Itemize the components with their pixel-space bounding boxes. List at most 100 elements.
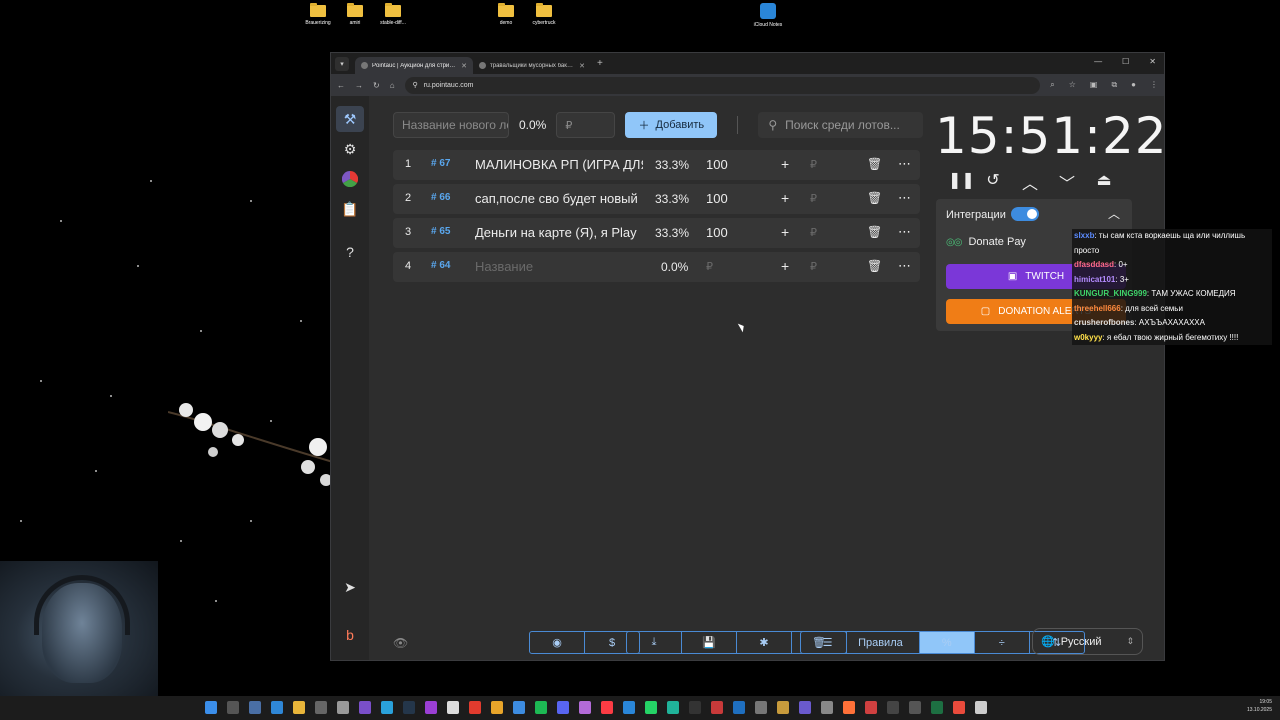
desktop-icon-icloud-notes[interactable]: iCloud Notes <box>740 3 796 28</box>
add-lot-button[interactable]: ＋ Добавить <box>625 112 718 138</box>
minimize-button[interactable]: — <box>1094 57 1102 66</box>
lot-add-amount-input[interactable]: ₽ <box>810 260 817 273</box>
extensions-puzzle-icon[interactable]: ⧉ <box>1111 80 1117 90</box>
app-icon[interactable] <box>513 701 525 714</box>
chevron-up-icon[interactable]: ︿ <box>1108 205 1120 222</box>
more-options-icon[interactable]: ⋯ <box>898 156 912 172</box>
add-amount-button[interactable]: + <box>781 190 789 206</box>
app-icon[interactable] <box>425 701 437 714</box>
app-icon[interactable] <box>799 701 811 714</box>
github-button[interactable]: ◉ <box>530 632 585 653</box>
reset-icon[interactable]: ↺ <box>985 170 1001 194</box>
lot-amount-input[interactable]: ₽ <box>706 260 713 273</box>
maximize-button[interactable]: ☐ <box>1122 57 1129 66</box>
donate-pay-row[interactable]: ◎◎ Donate Pay <box>946 236 1026 248</box>
app-icon[interactable] <box>865 701 877 714</box>
lot-add-amount-input[interactable]: ₽ <box>810 158 817 171</box>
tab-search-button[interactable]: ▾ <box>335 56 349 71</box>
close-tab-icon[interactable]: ✕ <box>579 62 585 70</box>
add-time-up-icon[interactable]: ︿ <box>1022 170 1038 194</box>
zoom-icon[interactable]: ⌕ <box>1050 80 1054 90</box>
steam-icon[interactable] <box>403 701 415 714</box>
icloud-icon[interactable] <box>623 701 635 714</box>
spotify-icon[interactable] <box>535 701 547 714</box>
menu-icon[interactable]: ⋮ <box>1150 80 1158 90</box>
app-icon[interactable] <box>777 701 789 714</box>
eye-icon[interactable]: 👁 <box>393 636 408 650</box>
app-icon[interactable] <box>887 701 899 714</box>
start-icon[interactable] <box>205 701 217 714</box>
app-icon[interactable] <box>975 701 987 714</box>
task-view-icon[interactable] <box>249 701 261 714</box>
language-select[interactable]: 🌐 Русский ⇕ <box>1032 628 1143 655</box>
compact-view-button[interactable]: ÷ <box>975 632 1030 653</box>
add-amount-button[interactable]: + <box>781 258 789 274</box>
delete-lot-icon[interactable]: 🗑 <box>867 157 882 171</box>
excel-icon[interactable] <box>931 701 943 714</box>
double-time-up-icon[interactable]: ⏏ <box>1096 170 1112 194</box>
download-button[interactable]: ⤓ <box>627 632 682 653</box>
more-options-icon[interactable]: ⋯ <box>898 224 912 240</box>
chrome-icon[interactable] <box>491 701 503 714</box>
music-icon[interactable] <box>601 701 613 714</box>
close-window-button[interactable]: ✕ <box>1149 57 1156 66</box>
app-icon[interactable] <box>953 701 965 714</box>
yandex-icon[interactable] <box>469 701 481 714</box>
address-bar[interactable]: ⚲ ru.pointauc.com <box>404 76 1041 94</box>
sidebar-item-history[interactable]: 📋 <box>336 196 364 222</box>
close-tab-icon[interactable]: ✕ <box>461 62 467 70</box>
lot-name-input[interactable]: Деньги на карте (Я), я Play <box>475 225 643 240</box>
site-info-icon[interactable]: ⚲ <box>413 81 418 89</box>
lot-search-input[interactable]: ⚲ Поиск среди лотов... <box>758 112 924 138</box>
app-icon[interactable] <box>579 701 591 714</box>
app-icon[interactable] <box>755 701 767 714</box>
desktop-icon-folder[interactable]: cybertruck <box>516 3 572 26</box>
more-options-icon[interactable]: ⋯ <box>898 258 912 274</box>
delete-lot-icon[interactable]: 🗑 <box>867 259 882 273</box>
forward-icon[interactable]: → <box>355 81 363 90</box>
widgets-icon[interactable] <box>271 701 283 714</box>
telegram-icon[interactable] <box>381 701 393 714</box>
app-icon[interactable] <box>909 701 921 714</box>
browser-tab-pointauc[interactable]: Pointauc | Аукцион для стрим... ✕ <box>355 57 473 74</box>
new-tab-button[interactable]: + <box>597 58 603 69</box>
discord-icon[interactable] <box>557 701 569 714</box>
system-clock[interactable]: 19:05 13.10.2025 <box>1247 698 1272 714</box>
lot-add-amount-input[interactable]: ₽ <box>810 226 817 239</box>
sidebar-item-wheel[interactable] <box>336 166 364 192</box>
bookmark-star-icon[interactable]: ☆ <box>1069 80 1076 90</box>
lot-name-input[interactable]: Название <box>475 259 643 274</box>
browser-tab-2[interactable]: травальщики мусорных баков... ✕ <box>473 57 591 74</box>
sidebar-item-settings[interactable]: ⚙ <box>336 136 364 162</box>
add-amount-button[interactable]: + <box>781 224 789 240</box>
desktop-icon-folder[interactable]: stable-diff... <box>365 3 421 26</box>
firefox-icon[interactable] <box>843 701 855 714</box>
pause-icon[interactable]: ❚❚ <box>948 170 975 194</box>
sidebar-item-auction[interactable]: ⚒ <box>336 106 364 132</box>
add-amount-button[interactable]: + <box>781 156 789 172</box>
sidebar-item-help[interactable]: ? <box>336 239 364 265</box>
lot-add-amount-input[interactable]: ₽ <box>810 192 817 205</box>
home-icon[interactable]: ⌂ <box>390 81 395 90</box>
delete-lot-icon[interactable]: 🗑 <box>867 191 882 205</box>
app-icon[interactable] <box>711 701 723 714</box>
sidebar-item-telegram[interactable]: ➤ <box>336 574 364 600</box>
lot-name-input[interactable]: МАЛИНОВКА РП (ИГРА ДЛЯ <box>475 157 643 172</box>
whatsapp-icon[interactable] <box>645 701 657 714</box>
app-icon[interactable] <box>821 701 833 714</box>
lot-name-input[interactable]: сап,после сво будет новый <box>475 191 643 206</box>
new-lot-name-input[interactable]: Название нового лота <box>393 112 509 138</box>
file-explorer-icon[interactable] <box>293 701 305 714</box>
new-lot-amount-input[interactable]: ₽ <box>556 112 616 138</box>
app-icon[interactable] <box>359 701 371 714</box>
delete-lot-icon[interactable]: 🗑 <box>867 225 882 239</box>
extension-icon[interactable]: ▣ <box>1090 80 1098 90</box>
vscode-icon[interactable] <box>733 701 745 714</box>
search-icon[interactable] <box>227 701 239 714</box>
rules-button[interactable]: ☰ Правила <box>801 632 920 653</box>
save-button[interactable]: 💾 <box>682 632 737 653</box>
percent-toggle-button[interactable]: % <box>919 632 975 653</box>
app-icon[interactable] <box>447 701 459 714</box>
profile-icon[interactable]: ● <box>1131 80 1136 90</box>
back-icon[interactable]: ← <box>337 81 345 90</box>
